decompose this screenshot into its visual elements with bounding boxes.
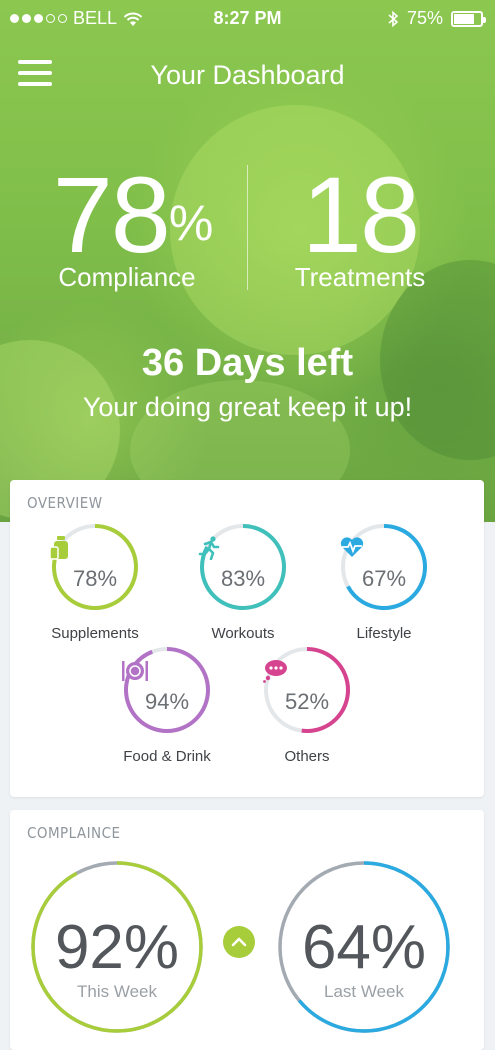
last-week-label: Last Week (323, 982, 404, 1001)
chevron-up-icon[interactable] (223, 926, 255, 958)
overview-card: OVERVIEW 78% Supplements 83% Workouts 67… (10, 480, 484, 797)
bluetooth-icon (388, 10, 399, 27)
lifestyle-ring[interactable]: 67% (339, 522, 429, 612)
days-left-message: Your doing great keep it up! (82, 392, 413, 422)
last-week-value: 64% (301, 913, 427, 982)
others-value: 52% (284, 689, 330, 714)
compliance-card-title: COMPLAINCE (27, 824, 121, 842)
page-title: Your Dashboard (150, 60, 345, 90)
treatments-label: Treatments (294, 262, 426, 292)
battery-percent: 75% (406, 8, 443, 28)
food-drink-value: 94% (144, 689, 190, 714)
supplements-label: Supplements (51, 625, 139, 642)
overview-title: OVERVIEW (27, 494, 103, 512)
workouts-label: Workouts (211, 625, 275, 642)
this-week-label: This Week (77, 982, 157, 1001)
lifestyle-label: Lifestyle (356, 625, 412, 642)
others-ring[interactable]: 52% (262, 645, 352, 735)
food-drink-label: Food & Drink (123, 748, 211, 765)
treatments-stat: 18 Treatments (280, 160, 440, 293)
compliance-stat: 78% Compliance (52, 160, 214, 293)
workouts-ring[interactable]: 83% (198, 522, 288, 612)
compliance-value: 78 (52, 154, 171, 275)
food-drink-ring[interactable]: 94% (122, 645, 212, 735)
last-week-ring[interactable]: 64% Last Week (277, 860, 451, 1034)
others-label: Others (284, 748, 330, 765)
this-week-value: 92% (54, 913, 180, 982)
compliance-unit: % (168, 195, 213, 251)
treatments-value: 18 (301, 154, 420, 275)
battery-icon (451, 10, 486, 27)
hero-banner: BELL 8:27 PM 75% Your Dashboard 78% Comp… (0, 0, 495, 522)
lifestyle-value: 67% (361, 566, 407, 591)
stats-divider (247, 165, 248, 290)
compliance-label: Compliance (58, 262, 196, 292)
status-bar: BELL 8:27 PM 75% (0, 0, 495, 38)
workouts-value: 83% (220, 566, 266, 591)
this-week-ring[interactable]: 92% This Week (30, 860, 204, 1034)
supplements-ring[interactable]: 78% (50, 522, 140, 612)
supplements-value: 78% (72, 566, 118, 591)
days-left-headline: 36 Days left (141, 342, 354, 384)
